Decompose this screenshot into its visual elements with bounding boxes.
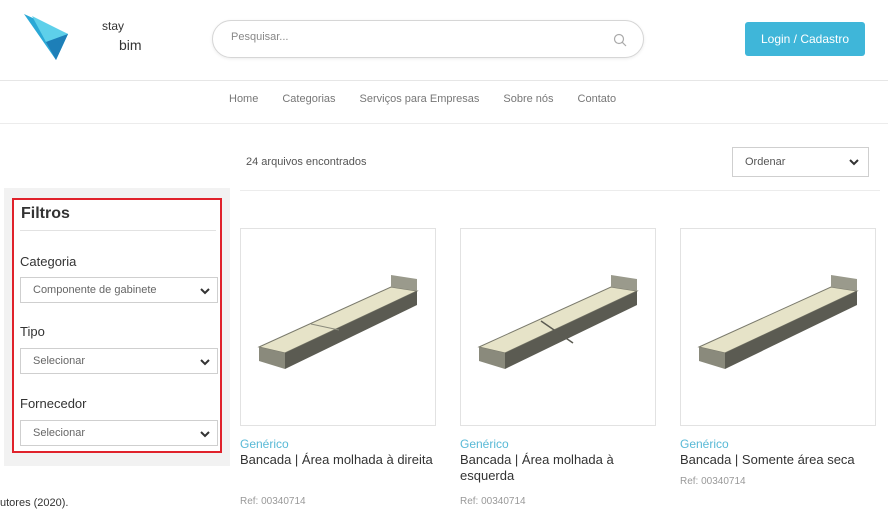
chevron-down-icon (200, 288, 210, 295)
search-input[interactable] (231, 31, 591, 43)
chevron-down-icon (200, 359, 210, 366)
product-image[interactable] (680, 228, 876, 426)
categoria-label: Categoria (20, 254, 77, 269)
results-count: 24 arquivos encontrados (246, 156, 367, 168)
sort-label: Ordenar (745, 156, 786, 168)
nav-item-contato[interactable]: Contato (578, 93, 617, 105)
product-title[interactable]: Bancada | Somente área seca (680, 452, 880, 468)
product-brand[interactable]: Genérico (240, 437, 289, 451)
tipo-label: Tipo (20, 324, 45, 339)
countertop-illustration (257, 275, 419, 369)
tipo-value: Selecionar (33, 355, 85, 367)
product-title[interactable]: Bancada | Área molhada à esquerda (460, 452, 660, 484)
results-divider (240, 190, 880, 191)
product-ref: Ref: 00340714 (680, 476, 746, 487)
product-ref: Ref: 00340714 (240, 496, 306, 507)
nav-divider (0, 123, 888, 124)
product-brand[interactable]: Genérico (460, 437, 509, 451)
filter-title: Filtros (21, 205, 70, 222)
filter-divider (20, 230, 216, 231)
search-bar (212, 20, 644, 58)
categoria-select[interactable]: Componente de gabinete (20, 277, 218, 303)
product-brand[interactable]: Genérico (680, 437, 729, 451)
fornecedor-select[interactable]: Selecionar (20, 420, 218, 446)
sort-select[interactable]: Ordenar (732, 147, 869, 177)
countertop-illustration (477, 275, 639, 369)
nav-item-home[interactable]: Home (229, 93, 258, 105)
nav-item-servicos[interactable]: Serviços para Empresas (360, 93, 480, 105)
tipo-select[interactable]: Selecionar (20, 348, 218, 374)
countertop-illustration (697, 275, 859, 369)
logo-text-secondary: bim (119, 37, 142, 53)
login-button[interactable]: Login / Cadastro (745, 22, 865, 56)
product-ref: Ref: 00340714 (460, 496, 526, 507)
nav-item-sobre[interactable]: Sobre nós (503, 93, 553, 105)
fornecedor-label: Fornecedor (20, 396, 87, 411)
logo-mark-icon (24, 14, 68, 60)
header-divider (0, 80, 888, 81)
product-image[interactable] (460, 228, 656, 426)
filter-panel: Filtros Categoria Componente de gabinete… (12, 198, 222, 453)
categoria-value: Componente de gabinete (33, 284, 157, 296)
fornecedor-value: Selecionar (33, 427, 85, 439)
figure-caption: utores (2020). (0, 497, 69, 509)
chevron-down-icon (849, 159, 859, 166)
chevron-down-icon (200, 431, 210, 438)
nav-item-categorias[interactable]: Categorias (282, 93, 335, 105)
search-icon[interactable] (613, 33, 627, 47)
logo-text: stay (102, 19, 125, 33)
logo[interactable]: stay bim (22, 12, 162, 62)
product-image[interactable] (240, 228, 436, 426)
main-nav: Home Categorias Serviços para Empresas S… (229, 93, 640, 105)
product-title[interactable]: Bancada | Área molhada à direita (240, 452, 440, 468)
